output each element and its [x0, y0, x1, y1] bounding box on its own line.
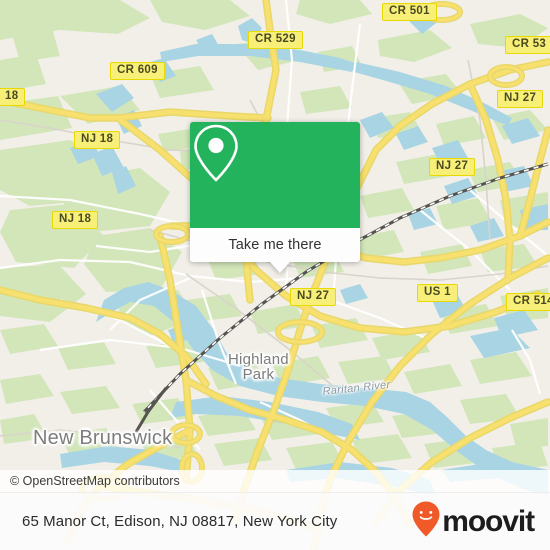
osm-attribution[interactable]: © OpenStreetMap contributors: [0, 470, 550, 492]
map-vector-layer: [0, 0, 550, 550]
map-canvas[interactable]: New Brunswick Highland Park Raritan Rive…: [0, 0, 550, 550]
footer-bar: 65 Manor Ct, Edison, NJ 08817, New York …: [0, 492, 550, 550]
road-shield-nj-27: NJ 27: [429, 158, 476, 176]
moovit-smiley-pin-icon: [411, 500, 441, 543]
location-popup[interactable]: Take me there: [190, 122, 360, 273]
take-me-there-button[interactable]: Take me there: [190, 228, 360, 262]
address-label: 65 Manor Ct, Edison, NJ 08817, New York …: [22, 513, 338, 530]
road-shield-cr-514: CR 514: [506, 293, 550, 311]
road-shield-nj-18: NJ 18: [74, 131, 121, 149]
road-shield-nj-27: NJ 27: [290, 288, 337, 306]
road-shield-cr-609: CR 609: [110, 62, 165, 80]
take-me-there-label: Take me there: [228, 237, 322, 253]
road-shield-cr-53: CR 53: [505, 36, 550, 54]
road-shield-cr-529: CR 529: [248, 31, 303, 49]
popup-pointer-tail: [270, 262, 290, 273]
road-shield-us-1: US 1: [417, 284, 458, 302]
moovit-wordmark: moovit: [442, 504, 535, 538]
screenshot-root: New Brunswick Highland Park Raritan Rive…: [0, 0, 550, 550]
popup-header: [190, 122, 360, 228]
road-shield-18: 18: [0, 88, 26, 106]
moovit-logo[interactable]: moovit: [411, 500, 550, 543]
road-shield-nj-18: NJ 18: [52, 211, 99, 229]
road-shield-cr-501: CR 501: [382, 3, 437, 21]
road-shield-nj-27: NJ 27: [497, 90, 544, 108]
